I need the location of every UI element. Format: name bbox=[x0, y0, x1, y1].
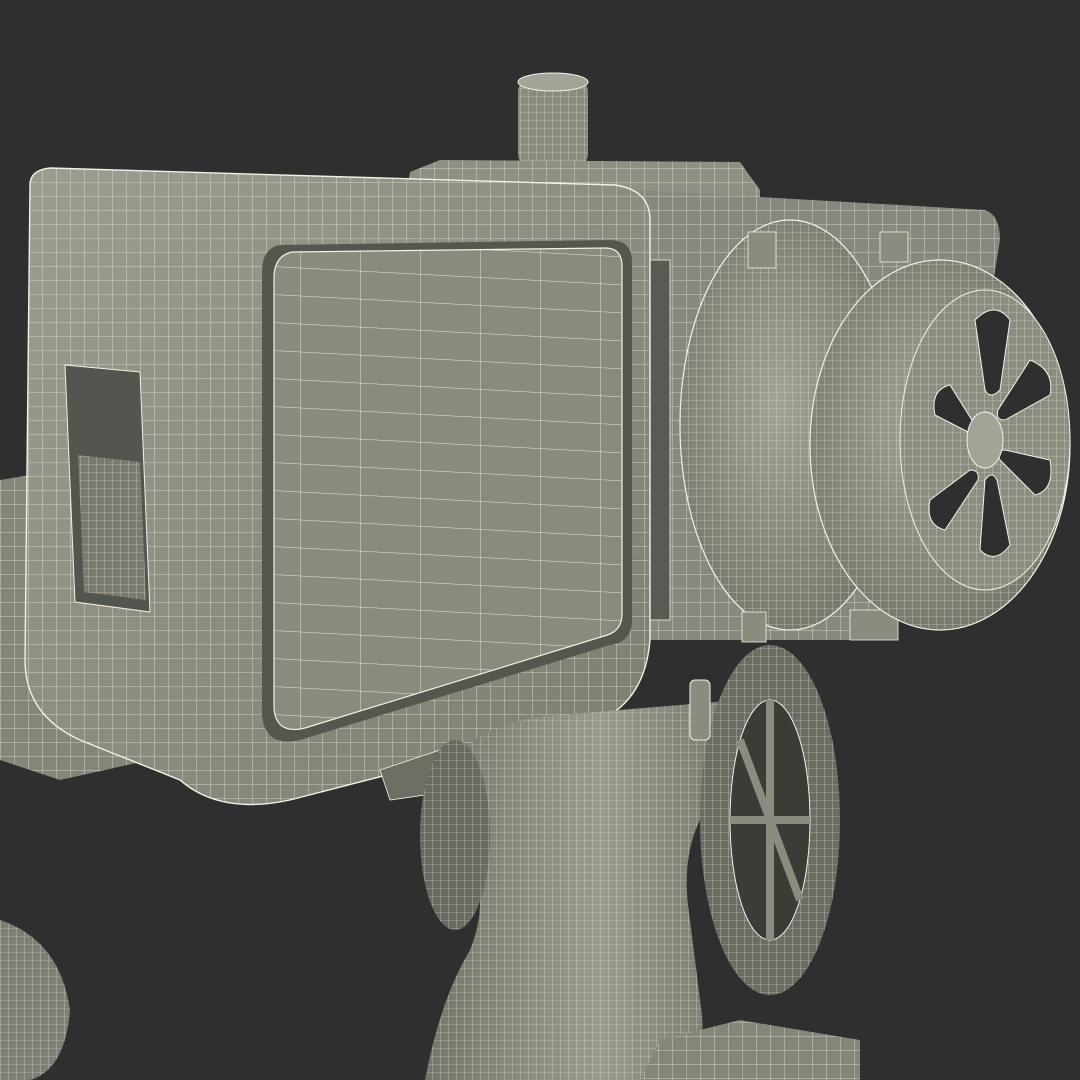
trigger-gear bbox=[420, 740, 490, 930]
antenna-stub bbox=[517, 72, 589, 168]
lower-wheel bbox=[700, 645, 840, 995]
render-viewport bbox=[0, 0, 1080, 1080]
side-recess bbox=[64, 364, 151, 613]
bottom-left-wheel-fragment bbox=[0, 920, 70, 1080]
side-switch bbox=[689, 679, 711, 741]
steering-wheel-front bbox=[809, 259, 1071, 631]
wireframe-model bbox=[0, 72, 1071, 1080]
